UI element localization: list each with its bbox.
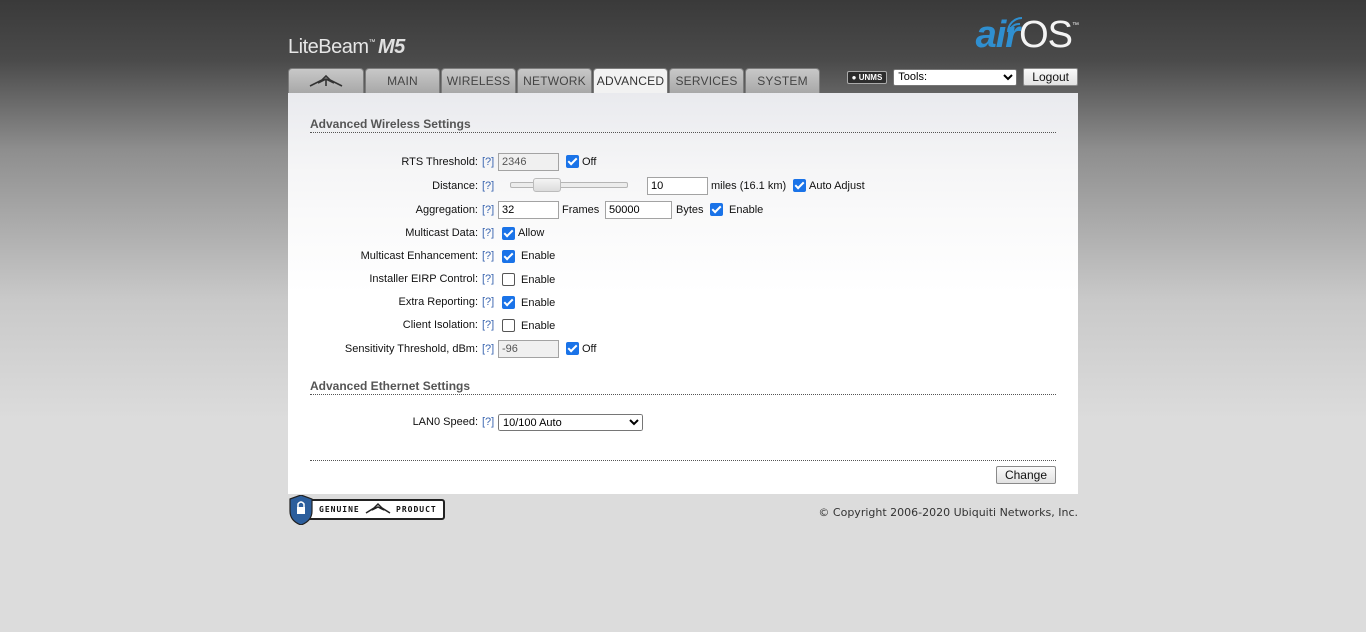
logo-tm: ™ (1072, 22, 1079, 29)
unms-label: UNMS (858, 72, 883, 82)
tab-ubiquiti-logo[interactable] (288, 68, 364, 93)
multicast-data-row: Multicast Data: [?] Allow (288, 225, 1078, 245)
extra-reporting-label: Extra Reporting: (398, 296, 478, 308)
ubiquiti-logo-icon (309, 74, 343, 87)
multicast-data-label: Multicast Data: (405, 227, 478, 239)
client-isolation-option: Enable (521, 320, 556, 332)
aggregation-row: Aggregation: [?] Frames Bytes Enable (288, 201, 1078, 221)
ethernet-section-title: Advanced Ethernet Settings (310, 379, 1056, 395)
distance-slider[interactable] (510, 178, 628, 192)
tools-select[interactable]: Tools: (893, 68, 1018, 86)
multicast-data-option: Allow (518, 227, 545, 239)
rts-threshold-input[interactable] (498, 153, 559, 171)
auto-adjust-label: Auto Adjust (809, 180, 865, 192)
sensitivity-off-checkbox[interactable] (566, 342, 579, 355)
multicast-enhancement-checkbox[interactable] (502, 250, 515, 263)
aggregation-label: Aggregation: (415, 204, 478, 216)
multicast-data-help-link[interactable]: [?] (482, 227, 494, 239)
lan0-speed-row: LAN0 Speed: [?] 10/100 Auto (288, 414, 1078, 434)
rts-off-label: Off (582, 156, 597, 168)
unms-badge[interactable]: ● UNMS (846, 70, 888, 84)
brand-tm: ™ (368, 39, 376, 46)
multicast-data-checkbox[interactable] (502, 227, 515, 240)
lan0-speed-select[interactable]: 10/100 Auto (498, 414, 643, 431)
extra-reporting-row: Extra Reporting: [?] Enable (288, 294, 1078, 314)
main-tabs: MAIN WIRELESS NETWORK ADVANCED SERVICES … (288, 68, 820, 94)
settings-panel: Advanced Wireless Settings RTS Threshold… (288, 93, 1078, 494)
sensitivity-threshold-input[interactable] (498, 340, 559, 358)
client-isolation-row: Client Isolation: [?] Enable (288, 317, 1078, 337)
genuine-text: GENUINE (319, 505, 360, 514)
extra-reporting-checkbox[interactable] (502, 296, 515, 309)
installer-eirp-label: Installer EIRP Control: (369, 273, 478, 285)
brand-name: LiteBeam (288, 36, 369, 58)
aggregation-bytes-input[interactable] (605, 201, 672, 219)
bytes-label: Bytes (676, 204, 704, 216)
frames-label: Frames (562, 204, 600, 216)
distance-help-link[interactable]: [?] (482, 180, 494, 192)
installer-eirp-help-link[interactable]: [?] (482, 273, 494, 285)
rts-threshold-row: RTS Threshold: [?] Off (288, 153, 1078, 173)
multicast-enhancement-option: Enable (521, 250, 556, 262)
airos-logo: airOS™ (975, 14, 1079, 57)
logo-air: air (975, 14, 1020, 56)
device-brand: LiteBeam™ M5 (288, 36, 405, 59)
client-isolation-help-link[interactable]: [?] (482, 319, 494, 331)
distance-slider-handle[interactable] (533, 178, 561, 192)
rts-threshold-label: RTS Threshold: (401, 156, 478, 168)
tab-services[interactable]: SERVICES (669, 68, 744, 93)
multicast-enhancement-label: Multicast Enhancement: (360, 250, 478, 262)
copyright-text: © Copyright 2006-2020 Ubiquiti Networks,… (818, 506, 1078, 519)
aggregation-enable-label: Enable (729, 204, 764, 216)
wireless-section-title: Advanced Wireless Settings (310, 117, 1056, 133)
change-button[interactable]: Change (995, 466, 1056, 484)
tab-network[interactable]: NETWORK (517, 68, 592, 93)
distance-units: miles (16.1 km) (711, 180, 787, 192)
aggregation-enable-checkbox[interactable] (710, 203, 723, 216)
multicast-enhancement-help-link[interactable]: [?] (482, 250, 494, 262)
sensitivity-help-link[interactable]: [?] (482, 343, 494, 355)
auto-adjust-checkbox[interactable] (793, 179, 806, 192)
extra-reporting-option: Enable (521, 297, 556, 309)
genuine-product-badge: GENUINE PRODUCT (288, 494, 448, 526)
sensitivity-threshold-label: Sensitivity Threshold, dBm: (344, 343, 478, 355)
multicast-enhancement-row: Multicast Enhancement: [?] Enable (288, 248, 1078, 268)
lan0-speed-label: LAN0 Speed: (412, 416, 478, 428)
logo-os: OS (1019, 14, 1073, 56)
tab-wireless[interactable]: WIRELESS (441, 68, 516, 93)
aggregation-frames-input[interactable] (498, 201, 559, 219)
distance-label: Distance: (432, 180, 478, 192)
client-isolation-checkbox[interactable] (502, 319, 515, 332)
bottom-divider (310, 460, 1056, 461)
top-controls: ● UNMS Tools: Logout (846, 68, 1078, 86)
lan0-help-link[interactable]: [?] (482, 416, 494, 428)
extra-reporting-help-link[interactable]: [?] (482, 296, 494, 308)
tab-system[interactable]: SYSTEM (745, 68, 820, 93)
rts-help-link[interactable]: [?] (482, 156, 494, 168)
rts-off-checkbox[interactable] (566, 155, 579, 168)
sensitivity-off-label: Off (582, 343, 597, 355)
logout-button[interactable]: Logout (1023, 68, 1078, 86)
tab-main[interactable]: MAIN (365, 68, 440, 93)
distance-input[interactable] (647, 177, 708, 195)
product-text: PRODUCT (396, 505, 437, 514)
aggregation-help-link[interactable]: [?] (482, 204, 494, 216)
tab-advanced[interactable]: ADVANCED (593, 68, 668, 94)
installer-eirp-option: Enable (521, 274, 556, 286)
installer-eirp-row: Installer EIRP Control: [?] Enable (288, 271, 1078, 291)
brand-model: M5 (378, 36, 405, 58)
client-isolation-label: Client Isolation: (402, 319, 478, 331)
distance-row: Distance: [?] miles (16.1 km) Auto Adjus… (288, 177, 1078, 197)
sensitivity-threshold-row: Sensitivity Threshold, dBm: [?] Off (288, 340, 1078, 360)
installer-eirp-checkbox[interactable] (502, 273, 515, 286)
